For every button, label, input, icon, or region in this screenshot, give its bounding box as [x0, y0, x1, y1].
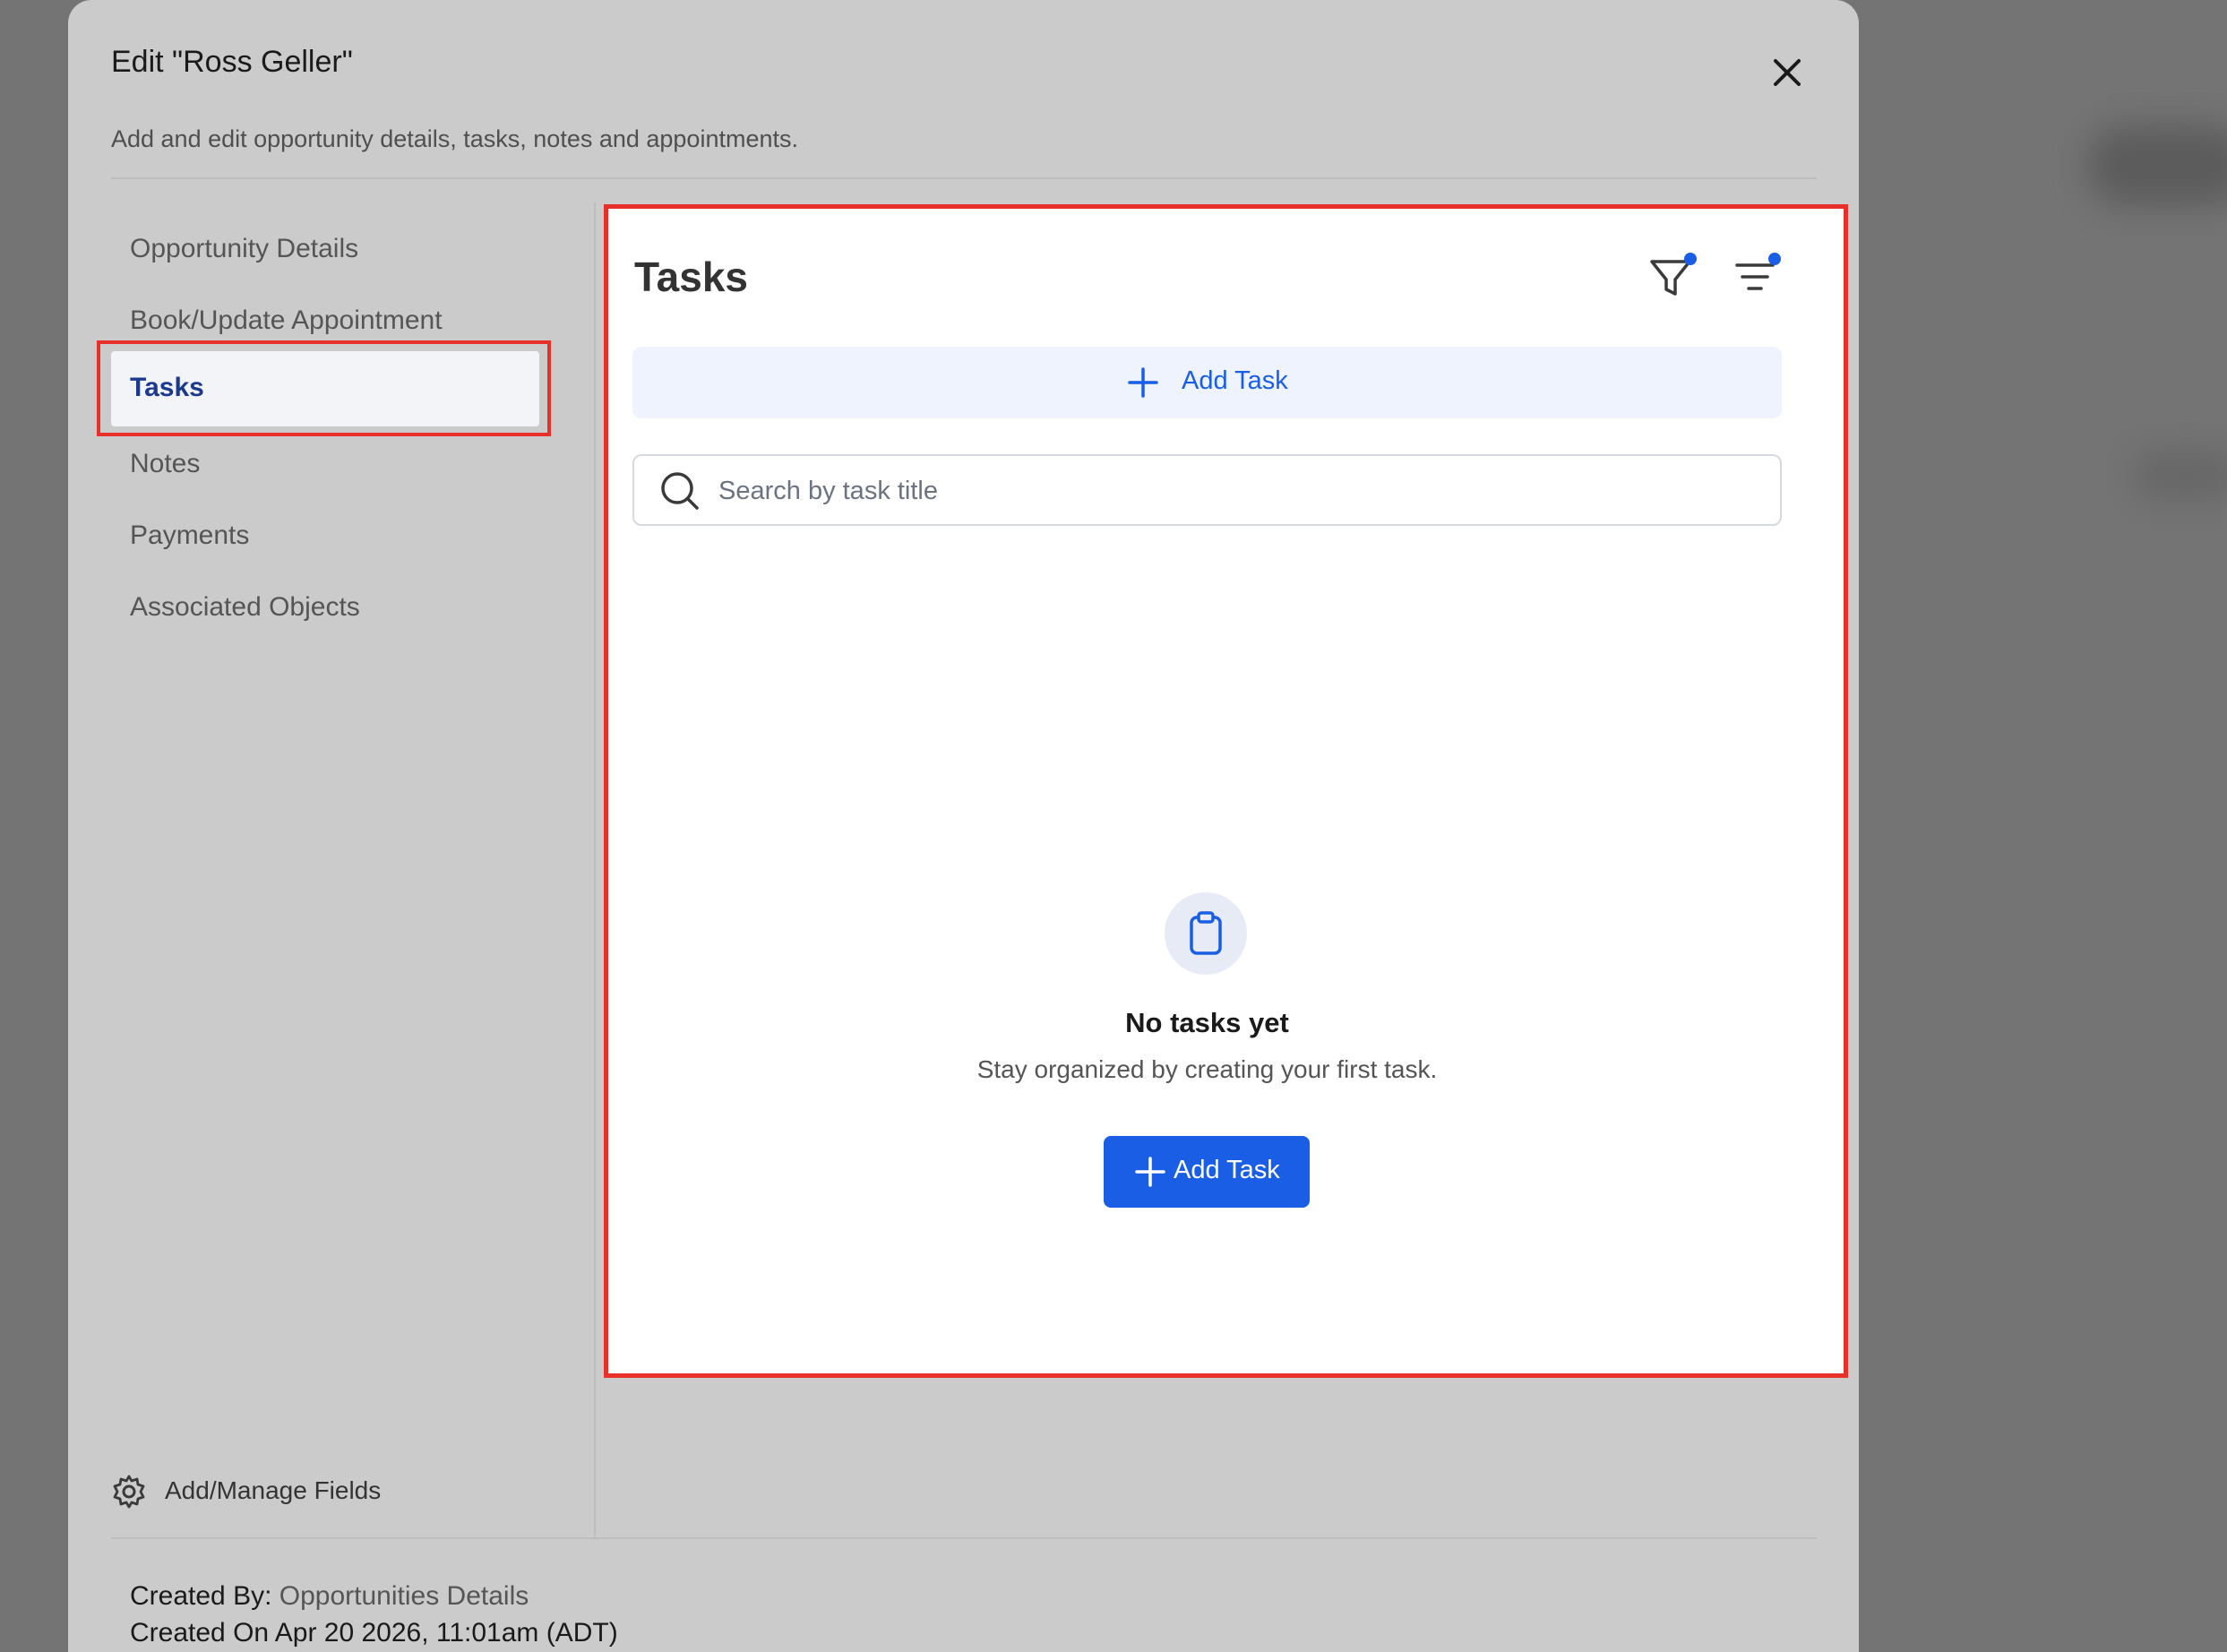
- search-input[interactable]: [717, 469, 1750, 513]
- sidebar-item-payments[interactable]: Payments: [130, 521, 249, 551]
- empty-state-subtitle: Stay organized by creating your first ta…: [976, 1055, 1438, 1083]
- sort-active-dot: [1768, 253, 1781, 265]
- modal-subtitle: Add and edit opportunity details, tasks,…: [111, 125, 798, 152]
- add-task-button-label: Add Task: [1174, 1156, 1280, 1184]
- gear-icon: [113, 1475, 145, 1509]
- add-task-button[interactable]: Add Task: [1104, 1136, 1310, 1208]
- search-icon: [661, 472, 699, 510]
- add-task-label: Add Task: [1182, 366, 1288, 395]
- backdrop-blur: [2087, 125, 2227, 206]
- backdrop-blur: [2132, 448, 2227, 502]
- created-by-line: Created By: Opportunities Details: [130, 1581, 529, 1612]
- task-search-field[interactable]: [632, 454, 1782, 526]
- plus-icon: [1135, 1157, 1165, 1187]
- header-divider: [111, 177, 1817, 179]
- sidebar-item-opportunity-details[interactable]: Opportunity Details: [130, 234, 358, 264]
- empty-state-icon-bg: [1165, 892, 1247, 975]
- add-task-bar-button[interactable]: Add Task: [632, 347, 1782, 418]
- add-manage-fields-label: Add/Manage Fields: [165, 1476, 382, 1504]
- modal-title: Edit "Ross Geller": [111, 45, 353, 79]
- created-on-line: Created On Apr 20 2026, 11:01am (ADT): [130, 1618, 618, 1648]
- created-by-label: Created By:: [130, 1581, 272, 1611]
- clipboard-icon: [1190, 911, 1222, 955]
- plus-icon: [1128, 367, 1158, 398]
- filter-active-dot: [1684, 253, 1697, 265]
- highlight-box-tasks-nav: [97, 340, 551, 436]
- sort-icon[interactable]: [1729, 251, 1783, 305]
- filter-icon[interactable]: [1645, 251, 1698, 305]
- sidebar-item-associated-objects[interactable]: Associated Objects: [130, 592, 360, 623]
- created-by-value: Opportunities Details: [279, 1581, 529, 1611]
- sidebar-item-notes[interactable]: Notes: [130, 449, 200, 479]
- sidebar-item-book-appointment[interactable]: Book/Update Appointment: [130, 305, 443, 336]
- sidebar-divider: [594, 202, 596, 1537]
- empty-state-title: No tasks yet: [1125, 1007, 1289, 1038]
- footer-divider: [111, 1537, 1817, 1539]
- close-icon[interactable]: [1767, 52, 1808, 93]
- panel-title: Tasks: [634, 254, 749, 300]
